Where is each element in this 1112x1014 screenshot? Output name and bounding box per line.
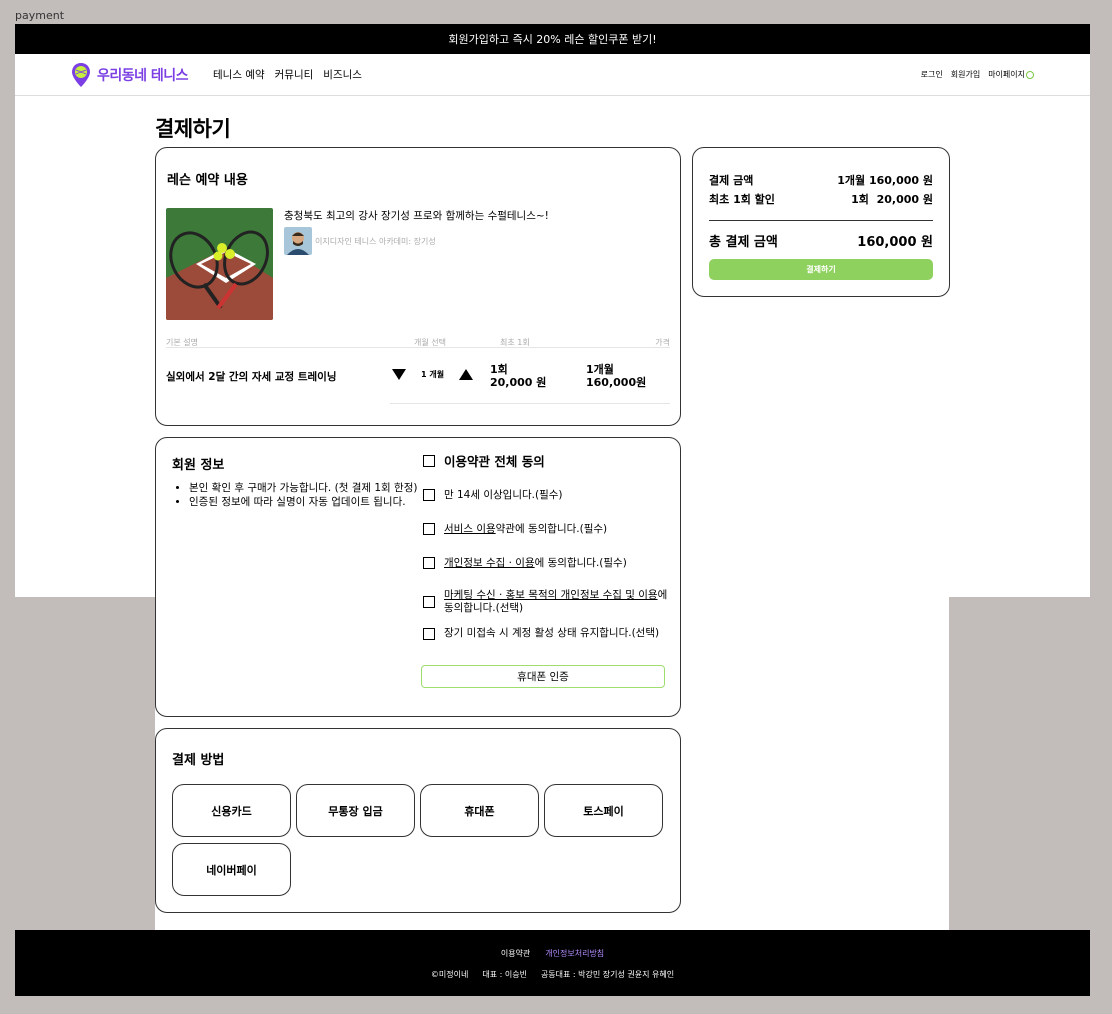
academy-name: 이지디자인 테니스 아카데미: 장기성 xyxy=(315,236,436,246)
first-price: 1회 20,000 원 xyxy=(490,363,546,389)
row-divider xyxy=(390,403,670,404)
summary-card: 결제 금액 1개월 160,000 원 최초 1회 할인 1회 20,000 원… xyxy=(692,147,950,297)
site-footer: 이용약관 개인정보처리방침 ©미정이네 대표 : 이승빈 공동대표 : 박강민 … xyxy=(15,930,1090,996)
pay-amount-value: 1개월 160,000 원 xyxy=(837,174,933,187)
signup-link[interactable]: 회원가입 xyxy=(951,69,980,80)
member-note: 본인 확인 후 구매가 가능합니다. (첫 결제 1회 한정) xyxy=(189,482,419,495)
payment-card: 결제 방법 신용카드 무통장 입금 휴대폰 토스페이 네이버페이 xyxy=(155,728,681,913)
term-all-row[interactable]: 이용약관 전체 동의 xyxy=(423,455,668,468)
footer-privacy-link[interactable]: 개인정보처리방침 xyxy=(545,948,604,959)
frame-label: payment xyxy=(15,9,65,22)
site-header: 우리동네 테니스 테니스 예약 커뮤니티 비즈니스 로그인 회원가입 마이페이지 xyxy=(15,54,1090,96)
term-privacy-label: 개인정보 수집 · 이용에 동의합니다.(필수) xyxy=(444,557,627,570)
month-price: 1개월 160,000원 xyxy=(586,363,646,389)
decrease-month-icon[interactable] xyxy=(392,369,406,380)
marketing-terms-link[interactable]: 마케팅 수신 · 홍보 목적의 개인정보 수집 및 이용 xyxy=(444,589,658,601)
checkbox[interactable] xyxy=(423,627,435,640)
promo-banner[interactable]: 회원가입하고 즉시 20% 레슨 할인쿠폰 받기! xyxy=(15,24,1090,54)
payment-toss-button[interactable]: 토스페이 xyxy=(544,784,663,837)
footer-terms-link[interactable]: 이용약관 xyxy=(501,948,530,959)
term-service-row[interactable]: 서비스 이용약관에 동의합니다.(필수) xyxy=(423,523,668,536)
lesson-row-desc: 실외에서 2달 간의 자세 교정 트레이닝 xyxy=(166,371,337,383)
increase-month-icon[interactable] xyxy=(459,369,474,380)
lesson-name: 충청북도 최고의 강사 장기성 프로와 함께하는 수펄테니스~! xyxy=(284,210,549,222)
payment-bank-transfer-button[interactable]: 무통장 입금 xyxy=(296,784,415,837)
checkbox[interactable] xyxy=(423,596,435,608)
discount-value: 1회 20,000 원 xyxy=(851,193,933,206)
checkbox[interactable] xyxy=(423,489,435,501)
discount-label: 최초 1회 할인 xyxy=(709,193,775,206)
term-marketing-row[interactable]: 마케팅 수신 · 홍보 목적의 개인정보 수집 및 이용에 동의합니다.(선택) xyxy=(423,589,668,615)
term-privacy-row[interactable]: 개인정보 수집 · 이용에 동의합니다.(필수) xyxy=(423,557,668,570)
member-notes: 본인 확인 후 구매가 가능합니다. (첫 결제 1회 한정) 인증된 정보에 … xyxy=(189,482,419,510)
coach-avatar xyxy=(284,227,312,255)
term-age-row[interactable]: 만 14세 이상입니다.(필수) xyxy=(423,489,668,502)
nav-tennis-booking[interactable]: 테니스 예약 xyxy=(213,67,265,82)
term-marketing-label: 마케팅 수신 · 홍보 목적의 개인정보 수집 및 이용에 동의합니다.(선택) xyxy=(444,589,668,615)
member-section-title: 회원 정보 xyxy=(172,458,225,473)
service-terms-link[interactable]: 서비스 이용 xyxy=(444,523,496,535)
checkbox[interactable] xyxy=(423,523,435,535)
first-price-amount: 20,000 원 xyxy=(490,376,547,389)
footer-links: 이용약관 개인정보처리방침 xyxy=(15,948,1090,959)
summary-divider xyxy=(709,220,933,221)
lesson-card: 레슨 예약 내용 충청북도 최고의 강사 장기성 프로와 함께하는 수펄테니스~… xyxy=(155,147,681,426)
col-price-header: 가격 xyxy=(655,338,670,347)
member-card: 회원 정보 본인 확인 후 구매가 가능합니다. (첫 결제 1회 한정) 인증… xyxy=(155,437,681,717)
payment-phone-button[interactable]: 휴대폰 xyxy=(420,784,539,837)
phone-verify-button[interactable]: 휴대폰 인증 xyxy=(421,665,665,688)
month-value: 1 개월 xyxy=(421,370,445,379)
total-row: 총 결제 금액 160,000 원 xyxy=(709,231,933,250)
user-menu: 로그인 회원가입 마이페이지 xyxy=(921,69,1034,80)
pay-button[interactable]: 결제하기 xyxy=(709,259,933,280)
footer-info: ©미정이네 대표 : 이승빈 공동대표 : 박강민 장기성 권윤지 유혜인 xyxy=(15,969,1090,980)
col-first-header: 최초 1회 xyxy=(500,338,530,347)
main-nav: 테니스 예약 커뮤니티 비즈니스 xyxy=(213,67,362,82)
pay-amount-row: 결제 금액 1개월 160,000 원 xyxy=(709,172,933,188)
nav-business[interactable]: 비즈니스 xyxy=(323,67,362,82)
month-price-amount: 160,000원 xyxy=(586,376,647,389)
checkbox[interactable] xyxy=(423,455,435,467)
lesson-section-title: 레슨 예약 내용 xyxy=(167,173,248,188)
lesson-table-header: 기본 설명 개월 선택 최초 1회 가격 xyxy=(166,337,670,348)
first-price-count: 1회 xyxy=(490,363,508,376)
mypage-link[interactable]: 마이페이지 xyxy=(988,69,1034,80)
payment-credit-card-button[interactable]: 신용카드 xyxy=(172,784,291,837)
privacy-terms-link[interactable]: 개인정보 수집 · 이용 xyxy=(444,557,535,569)
member-note: 인증된 정보에 따라 실명이 자동 업데이트 됩니다. xyxy=(189,496,419,509)
academy-info: 이지디자인 테니스 아카데미: 장기성 xyxy=(284,227,436,255)
user-icon xyxy=(1026,70,1034,79)
term-dormant-row[interactable]: 장기 미접속 시 계정 활성 상태 유지합니다.(선택) xyxy=(423,627,668,640)
total-label: 총 결제 금액 xyxy=(709,235,778,250)
month-price-period: 1개월 xyxy=(586,363,614,376)
discount-row: 최초 1회 할인 1회 20,000 원 xyxy=(709,191,933,207)
page-title: 결제하기 xyxy=(155,117,231,141)
term-all-label: 이용약관 전체 동의 xyxy=(444,454,545,469)
promo-text: 회원가입하고 즉시 20% 레슨 할인쿠폰 받기! xyxy=(448,33,657,46)
payment-naver-button[interactable]: 네이버페이 xyxy=(172,843,291,896)
mypage-label: 마이페이지 xyxy=(988,70,1025,79)
total-value: 160,000 원 xyxy=(857,235,933,250)
logo[interactable]: 우리동네 테니스 xyxy=(71,62,189,88)
pay-amount-label: 결제 금액 xyxy=(709,174,754,187)
checkbox[interactable] xyxy=(423,557,435,569)
col-month-header: 개월 선택 xyxy=(414,338,446,347)
footer-ceo: 대표 : 이승빈 xyxy=(482,970,527,979)
term-service-label: 서비스 이용약관에 동의합니다.(필수) xyxy=(444,523,607,536)
lesson-thumbnail xyxy=(166,208,273,320)
location-pin-logo-icon xyxy=(71,62,91,88)
month-stepper: 1 개월 xyxy=(392,369,474,380)
term-dormant-label: 장기 미접속 시 계정 활성 상태 유지합니다.(선택) xyxy=(444,627,660,639)
payment-section-title: 결제 방법 xyxy=(172,753,225,768)
logo-text: 우리동네 테니스 xyxy=(97,68,189,84)
login-link[interactable]: 로그인 xyxy=(921,69,943,80)
col-desc-header: 기본 설명 xyxy=(166,338,198,347)
term-service-text: 약관에 동의합니다.(필수) xyxy=(495,523,608,535)
nav-community[interactable]: 커뮤니티 xyxy=(275,67,314,82)
footer-co-ceo: 공동대표 : 박강민 장기성 권윤지 유혜인 xyxy=(540,970,675,979)
term-age-label: 만 14세 이상입니다.(필수) xyxy=(444,489,563,501)
footer-company: ©미정이네 xyxy=(430,970,469,979)
term-privacy-text: 에 동의합니다.(필수) xyxy=(534,557,627,569)
